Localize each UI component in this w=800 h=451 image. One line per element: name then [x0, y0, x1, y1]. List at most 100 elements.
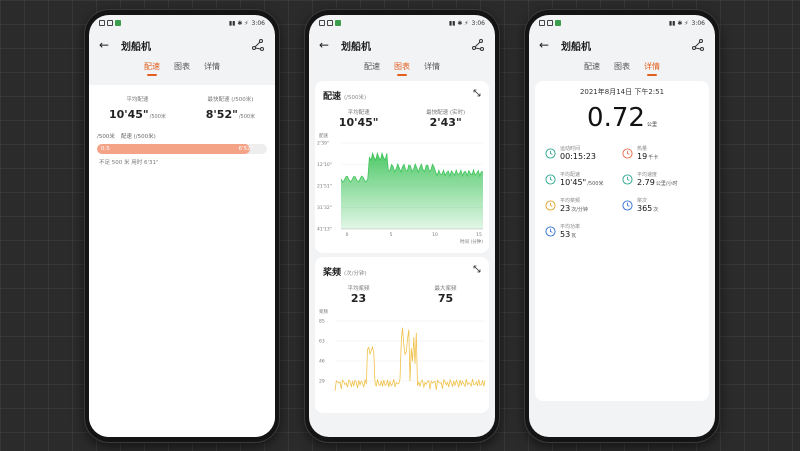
metric-label: 运动时间 [560, 146, 581, 152]
pace-y-tick-label: 31'32" [317, 205, 332, 211]
metric-value-number: 53 [560, 230, 571, 239]
metric-stroke-count: 桨次 365次 [622, 197, 699, 213]
avg-stroke-value: 23 [350, 292, 367, 305]
best-pace-value: 8'52" [205, 108, 238, 121]
tab-pace[interactable]: 配速 [584, 61, 600, 75]
pace-bar: 0.5 6'52" [97, 144, 267, 154]
tab-chart[interactable]: 图表 [394, 61, 410, 76]
tab-bar: 配速 图表 详情 [89, 59, 275, 77]
best-pace-unit: /500米 [238, 114, 256, 120]
distance-unit: 公里 [646, 122, 657, 128]
stroke-rate-chart: 桨频 85 63 46 29 [319, 308, 486, 392]
status-bar: ▮▮ ✱ ⚡ 3:06 [89, 15, 275, 31]
pace-note: 不足 500 米 用时 6'31" [99, 160, 159, 166]
pace-section-title: 配速 (/500米) [120, 134, 156, 140]
max-stroke-value: 75 [437, 292, 454, 305]
pace-section-header: /500米 配速 (/500米) [97, 132, 267, 140]
metric-unit: 次 [653, 207, 659, 213]
pace-y-tick-label: 12'10" [317, 162, 332, 168]
metric-clock: 运动时间 00:15:23 [545, 145, 622, 161]
status-time: 3:06 [471, 19, 485, 27]
tab-bar: 配速 图表 详情 [309, 59, 495, 77]
avg-pace-value: 10'45" [108, 108, 149, 121]
metric-label: 平均速度 [637, 172, 658, 178]
pace-card-title: 配速 [323, 92, 342, 102]
pace-bar-left-label: 0.5 [101, 145, 110, 152]
phone-details-view: ▮▮ ✱ ⚡ 3:06 ← 划船机 配速 图表 详情 2021年8月14日 下午2… [525, 10, 719, 442]
metric-value: 10'45"/500米 [560, 178, 603, 187]
share-icon[interactable] [691, 38, 705, 52]
metric-flame: 热量 19千卡 [622, 145, 699, 161]
phone-chart-view: ▮▮ ✱ ⚡ 3:06 ← 划船机 配速 图表 详情 配速 (/500米) 平均配… [305, 10, 499, 442]
back-arrow-icon[interactable]: ← [319, 38, 335, 52]
app-bar: ← 划船机 [529, 31, 715, 59]
share-icon[interactable] [251, 38, 265, 52]
tab-pace[interactable]: 配速 [144, 61, 160, 76]
status-time: 3:06 [251, 19, 265, 27]
best-pace-label: 最快配速 (/500米) [207, 97, 254, 103]
stroke-y-tick-label: 63 [319, 339, 325, 345]
clock-icon [545, 147, 556, 159]
stroke-rate-line [334, 327, 486, 392]
workout-datetime: 2021年8月14日 下午2:51 [579, 88, 665, 96]
metric-unit: 次/分钟 [571, 207, 588, 213]
power-icon [545, 225, 556, 237]
best-pace-stat: 最快配速 (/500米) 8'52"/500米 [206, 95, 255, 122]
share-icon[interactable] [471, 38, 485, 52]
screen: ▮▮ ✱ ⚡ 3:06 ← 划船机 配速 图表 详情 配速 (/500米) 平均配… [309, 15, 495, 437]
best-pace-value: 2'43" [429, 116, 462, 129]
back-arrow-icon[interactable]: ← [539, 38, 555, 52]
pace-x-tick-label: 5 [390, 232, 393, 238]
metric-label: 平均桨频 [560, 198, 581, 204]
tab-details[interactable]: 详情 [644, 61, 660, 76]
metric-unit: 公里/小时 [655, 181, 678, 187]
status-bar: ▮▮ ✱ ⚡ 3:06 [529, 15, 715, 31]
metric-unit: 瓦 [571, 233, 577, 239]
metric-value-number: 10'45" [560, 178, 587, 187]
status-bar: ▮▮ ✱ ⚡ 3:06 [309, 15, 495, 31]
tab-pace[interactable]: 配速 [364, 61, 380, 75]
metric-power: 平均功率 53瓦 [545, 223, 622, 239]
expand-icon[interactable] [473, 89, 481, 97]
stroke-y-tick-label: 85 [319, 319, 325, 325]
metric-value-number: 23 [560, 204, 571, 213]
avg-pace-unit: /500米 [149, 114, 166, 120]
speed-gauge-icon [622, 173, 633, 185]
metric-value-number: 19 [637, 152, 648, 161]
metric-unit: 千卡 [648, 155, 659, 161]
status-time: 3:06 [691, 19, 705, 27]
stroke-y-axis-label: 桨频 [319, 308, 328, 315]
details-card: 2021年8月14日 下午2:51 0.72 公里 运动时间 00:15:23 热量 1… [535, 81, 709, 401]
tab-bar: 配速 图表 详情 [529, 59, 715, 77]
stroke-card-unit: (次/分钟) [344, 271, 367, 277]
metric-value: 53瓦 [560, 230, 580, 239]
stroke-count-icon [622, 199, 633, 211]
pace-body: 平均配速 10'45"/500米 最快配速 (/500米) 8'52"/500米… [89, 85, 275, 437]
app-bar: ← 划船机 [309, 31, 495, 59]
back-arrow-icon[interactable]: ← [99, 38, 115, 52]
pace-y-tick-label: 21'51" [317, 184, 332, 190]
metric-value-number: 2.79 [637, 178, 655, 187]
max-stroke-label: 最大桨频 [434, 286, 457, 292]
page-title: 划船机 [561, 41, 591, 53]
tab-chart[interactable]: 图表 [174, 61, 190, 75]
pace-y-axis-label: 配速 [319, 133, 328, 139]
avg-stroke-label: 平均桨频 [347, 286, 370, 292]
pace-card-unit: (/500米) [344, 95, 367, 101]
tab-details[interactable]: 详情 [424, 61, 440, 75]
metrics-grid: 运动时间 00:15:23 热量 19千卡 平均配速 10'45"/500米 平均速度 2.7… [535, 133, 709, 239]
pace-area-chart: 配速 2'39" 12'10" 21'51" 31'32" 41'13" 0 5 10 15时间 … [317, 133, 483, 245]
tab-details[interactable]: 详情 [204, 61, 220, 75]
tab-chart[interactable]: 图表 [614, 61, 630, 75]
metric-value: 23次/分钟 [560, 204, 588, 213]
pace-section-unit: /500米 [97, 134, 115, 140]
page-title: 划船机 [121, 41, 151, 53]
avg-pace-stat: 平均配速 10'45"/500米 [109, 95, 166, 122]
screen: ▮▮ ✱ ⚡ 3:06 ← 划船机 配速 图表 详情 平均配速 10'45"/50… [89, 15, 275, 437]
max-stroke-stat: 最大桨频 75 [434, 284, 456, 305]
pace-x-tick-label: 15 [476, 232, 482, 238]
pace-x-tick-label: 0 [346, 232, 349, 238]
metric-value: 19千卡 [637, 152, 658, 161]
pace-y-tick-label: 41'13" [317, 227, 332, 233]
expand-icon[interactable] [473, 265, 481, 273]
